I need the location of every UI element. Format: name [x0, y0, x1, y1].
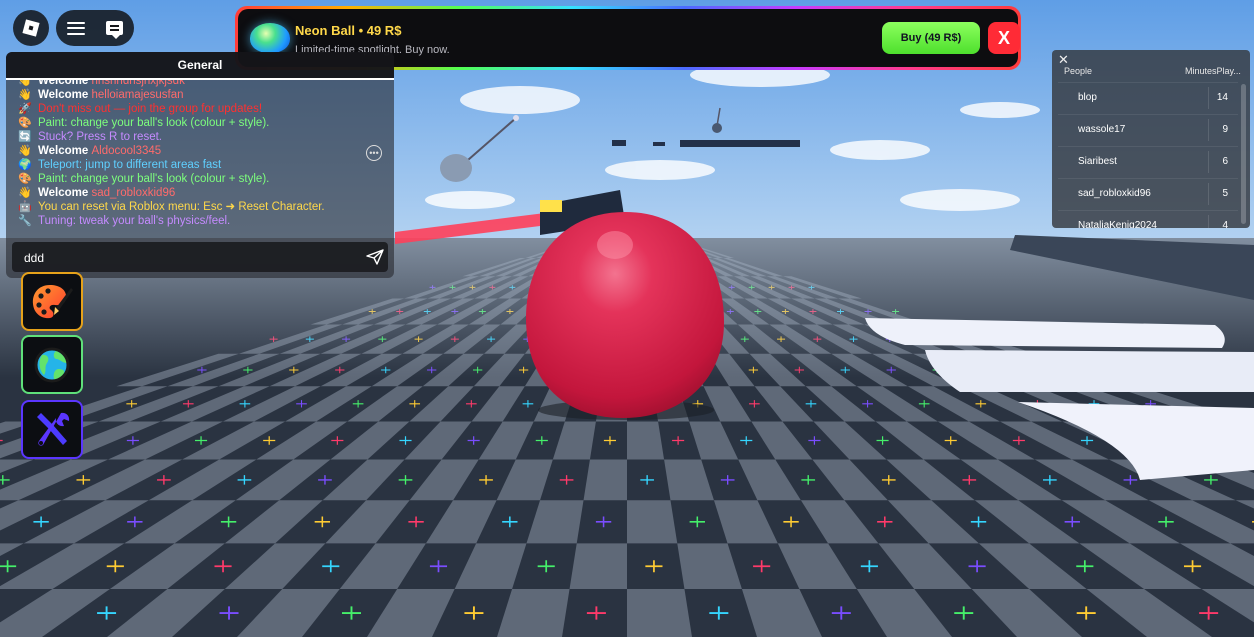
rocket-icon: 🚀 [18, 103, 32, 115]
leaderboard-scrollbar[interactable] [1241, 84, 1246, 224]
leaderboard-row[interactable]: wassole17 9 [1058, 114, 1238, 145]
chat-options-icon[interactable]: ••• [366, 145, 382, 161]
leaderboard: ✕ People MinutesPlay... blop 14 wassole17 9… [1052, 50, 1250, 228]
chat-message-text: Stuck? Press R to reset. [38, 131, 162, 143]
palette-icon [32, 284, 73, 318]
wrench-icon [37, 412, 70, 446]
wave-icon: 👋 [18, 187, 32, 199]
chat-message-text: You can reset via Roblox menu: Esc ➜ Res… [38, 201, 325, 213]
buy-button[interactable]: Buy (49 R$) [882, 22, 980, 54]
chat-message-prefix: Welcome [38, 187, 92, 199]
player-name: blop [1078, 92, 1097, 103]
leaderboard-header-people: People [1064, 66, 1093, 76]
chat-message-text: hhshhdhsjhxjkjsdk [91, 80, 185, 87]
palette-icon: 🎨 [18, 173, 32, 185]
globe-icon: 🌍 [18, 159, 32, 171]
chat-message-text: sad_robloxkid96 [91, 187, 176, 199]
player-name: sad_robloxkid96 [1078, 188, 1151, 199]
chat-message-text: Don't miss out — join the group for upda… [38, 103, 263, 115]
chat-message: 👋 Welcome Aldocool3345 [16, 144, 161, 158]
minutes-played-value: 4 [1222, 220, 1228, 228]
leaderboard-row[interactable]: Siaribest 6 [1058, 146, 1238, 177]
leaderboard-row[interactable]: NataliaKenig2024 4 [1058, 210, 1238, 228]
roblox-menu-button[interactable] [13, 10, 49, 46]
wave-icon: 👋 [18, 80, 32, 87]
minutes-played-value: 14 [1216, 92, 1228, 103]
chat-input[interactable] [22, 247, 346, 269]
column-divider [1208, 119, 1209, 141]
tuning-button[interactable] [21, 400, 83, 459]
chat-message-text: Paint: change your ball's look (colour +… [38, 117, 270, 129]
menu-chat-toolbar [56, 10, 134, 46]
column-divider [1208, 183, 1209, 205]
chat-message-text: Paint: change your ball's look (colour +… [38, 173, 270, 185]
chat-message-text: helloiamajesusfan [91, 89, 184, 101]
minutes-played-value: 5 [1222, 188, 1228, 199]
wave-icon: 👋 [18, 89, 32, 101]
chat-message-prefix: Welcome [38, 80, 92, 87]
reset-icon: 🔄 [18, 131, 32, 143]
wrench-icon: 🔧 [18, 215, 32, 227]
palette-icon: 🎨 [18, 117, 32, 129]
chat-message: 🔧 Tuning: tweak your ball's physics/feel. [16, 214, 230, 228]
chat-log[interactable]: 👋 Welcome hhshhdhsjhxjkjsdk 👋 Welcome hello… [6, 80, 394, 236]
player-name: NataliaKenig2024 [1078, 220, 1157, 228]
hamburger-menu-icon[interactable] [66, 21, 85, 35]
wave-icon: 👋 [18, 145, 32, 157]
column-divider [1208, 215, 1209, 228]
leaderboard-row[interactable]: blop 14 [1058, 82, 1238, 113]
chat-message-text: Teleport: jump to different areas fast [38, 159, 222, 171]
neon-ball-icon [250, 23, 290, 53]
chat-message: 🚀 Don't miss out — join the group for upd… [16, 102, 262, 116]
column-divider [1208, 151, 1209, 173]
promo-title: Neon Ball • 49 R$ [295, 23, 402, 38]
chat-message-text: Aldocool3345 [91, 145, 162, 157]
player-name: wassole17 [1078, 124, 1126, 135]
teleport-button[interactable] [21, 335, 83, 394]
chat-message-prefix: Welcome [38, 145, 92, 157]
chat-message: 👋 Welcome hhshhdhsjhxjkjsdk [16, 80, 185, 88]
chat-window: General 👋 Welcome hhshhdhsjhxjkjsdk 👋 Welco… [6, 52, 394, 278]
leaderboard-header-minutes: MinutesPlay... [1185, 66, 1241, 76]
promo-close-button[interactable]: X [988, 22, 1020, 54]
chat-message: 👋 Welcome helloiamajesusfan [16, 88, 184, 102]
minutes-played-value: 6 [1222, 156, 1228, 167]
chat-message: 🎨 Paint: change your ball's look (colour … [16, 172, 269, 186]
chat-message: 🤖 You can reset via Roblox menu: Esc ➜ Re… [16, 200, 325, 214]
chat-channel-tab[interactable]: General [6, 52, 394, 80]
chat-input-bar [12, 242, 388, 272]
roblox-logo-icon [22, 19, 40, 37]
send-icon[interactable] [366, 249, 384, 265]
column-divider [1208, 87, 1209, 109]
chat-message: 👋 Welcome sad_robloxkid96 [16, 186, 175, 200]
chat-message-text: Tuning: tweak your ball's physics/feel. [38, 215, 231, 227]
minutes-played-value: 9 [1222, 124, 1228, 135]
globe-icon [34, 347, 70, 382]
chat-message: 🔄 Stuck? Press R to reset. [16, 130, 162, 144]
player-name: Siaribest [1078, 156, 1117, 167]
chat-toggle-icon[interactable] [106, 21, 124, 39]
robot-icon: 🤖 [18, 201, 32, 213]
paint-button[interactable] [21, 272, 83, 331]
chat-message: 🎨 Paint: change your ball's look (colour … [16, 116, 269, 130]
chat-message-prefix: Welcome [38, 89, 92, 101]
leaderboard-row[interactable]: sad_robloxkid96 5 [1058, 178, 1238, 209]
chat-message: 🌍 Teleport: jump to different areas fast [16, 158, 221, 172]
